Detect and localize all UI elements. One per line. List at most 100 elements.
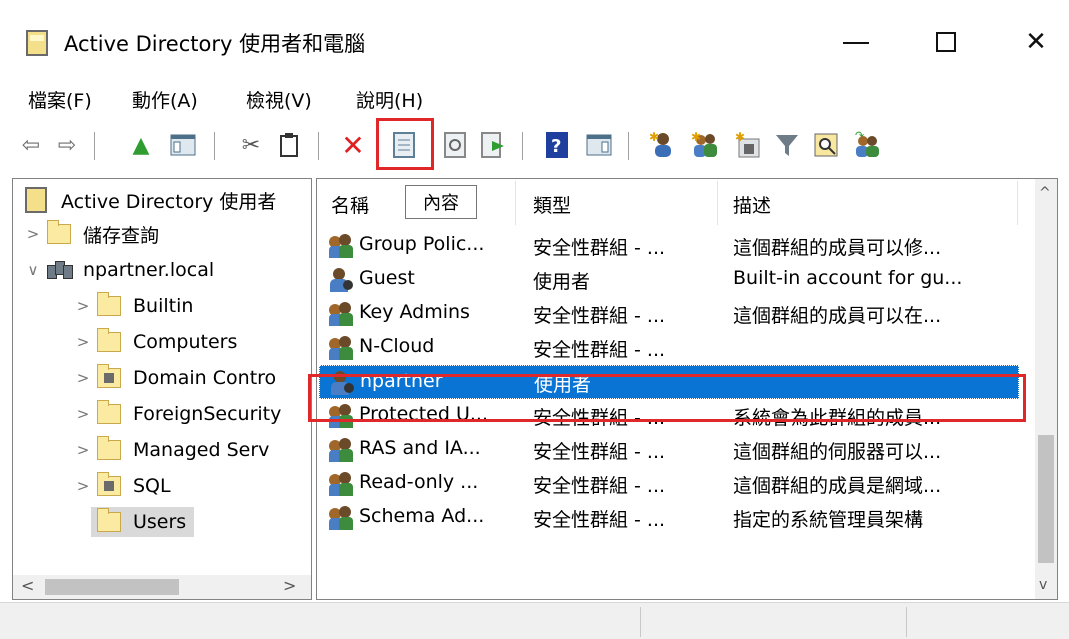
column-header-name[interactable]: 名稱 [331,179,369,229]
folder-icon [97,292,121,316]
chevron-right-icon[interactable]: > [75,327,91,357]
filter-icon[interactable] [772,130,802,160]
svg-text:↷: ↷ [855,131,864,142]
scrollbar-thumb[interactable] [1038,435,1054,563]
horizontal-scrollbar[interactable]: < > [13,575,311,599]
status-divider [906,607,907,637]
toolbar-separator [522,132,523,160]
scroll-down-icon[interactable]: v [1039,577,1047,593]
column-divider[interactable] [1017,181,1018,225]
minimize-button[interactable] [826,18,886,66]
chevron-right-icon[interactable]: > [25,219,41,249]
window-title: Active Directory 使用者和電腦 [64,32,366,56]
chevron-right-icon[interactable]: > [75,435,91,465]
minimize-icon [843,42,869,44]
cell-description: 指定的系統管理員架構 [733,509,924,531]
chevron-right-icon[interactable]: > [75,363,91,393]
tree-item-domain[interactable]: ∨ npartner.local [25,255,215,285]
help-icon[interactable]: ? [542,130,572,160]
tree-item-managed-service[interactable]: > Managed Serv [75,435,269,465]
tree-root[interactable]: Active Directory 使用者 [25,185,276,215]
list-row[interactable]: Guest 使用者 Built-in account for gu... [319,263,1019,297]
add-to-group-icon[interactable]: ↷ [852,130,882,160]
back-icon[interactable]: ⇦ [16,130,46,160]
cut-icon[interactable]: ✂ [236,130,266,160]
chevron-right-icon[interactable]: > [75,399,91,429]
close-button[interactable]: ✕ [1006,18,1066,66]
selected-row-highlight-box [308,374,1026,422]
cell-name: Group Polic... [359,233,485,255]
tree-item-saved-queries[interactable]: > 儲存查詢 [25,219,159,249]
tree-item-label: 儲存查詢 [83,224,160,247]
action-pane-icon[interactable] [584,130,614,160]
properties-tooltip: 內容 [405,185,477,219]
delete-icon[interactable]: ✕ [338,129,368,162]
tree-item-label: Users [133,511,187,533]
cell-type: 使用者 [533,271,591,293]
tree-item-label: SQL [133,475,171,497]
column-header-type[interactable]: 類型 [533,179,571,229]
list-row[interactable]: Key Admins 安全性群組 - ... 這個群組的成員可以在... [319,297,1019,331]
refresh-icon[interactable] [440,130,470,160]
tree-item-sql[interactable]: > SQL [75,471,171,501]
tree-item-label: npartner.local [83,259,215,281]
column-divider[interactable] [717,181,718,225]
forward-icon[interactable]: ⇨ [52,130,82,160]
export-list-icon[interactable] [478,130,508,160]
folder-icon [97,400,121,424]
scroll-right-icon[interactable]: > [283,576,296,595]
cell-name: Schema Ad... [359,505,485,527]
menu-bar: 檔案(F) 動作(A) 檢視(V) 說明(H) [0,78,1069,116]
folder-icon [47,220,71,244]
vertical-scrollbar[interactable]: ^ v [1035,179,1057,599]
cell-name: RAS and IA... [359,437,481,459]
toolbar: ⇦ ⇨ ▲ ✂ ✕ ? ✱ ✱ ✱ ↷ [0,118,1069,170]
scroll-up-icon[interactable]: ^ [1039,185,1051,201]
list-row[interactable]: Read-only ... 安全性群組 - ... 這個群組的成員是網域... [319,467,1019,501]
tree-item-builtin[interactable]: > Builtin [75,291,193,321]
menu-file[interactable]: 檔案(F) [28,86,92,113]
list-row[interactable]: RAS and IA... 安全性群組 - ... 這個群組的伺服器可以... [319,433,1019,467]
cell-name: N-Cloud [359,335,435,357]
scrollbar-thumb[interactable] [45,579,179,595]
toolbar-separator [318,132,319,160]
menu-help[interactable]: 說明(H) [356,86,423,113]
cell-description: 這個群組的成員可以在... [733,305,942,327]
column-divider[interactable] [515,181,516,225]
cell-description: Built-in account for gu... [733,267,963,289]
column-header-description[interactable]: 描述 [733,179,771,229]
ad-console-icon [25,187,47,213]
group-icon [329,302,355,326]
tree-item-foreign-security[interactable]: > ForeignSecurity [75,399,281,429]
scroll-left-icon[interactable]: < [21,576,34,595]
maximize-button[interactable] [916,18,976,66]
status-divider [640,607,641,637]
chevron-right-icon[interactable]: > [75,291,91,321]
group-icon [329,336,355,360]
show-tree-icon[interactable] [168,130,198,160]
tree-item-users[interactable]: Users [91,507,195,537]
new-user-icon[interactable]: ✱ [648,130,678,160]
list-row[interactable]: Schema Ad... 安全性群組 - ... 指定的系統管理員架構 [319,501,1019,535]
copy-icon[interactable] [274,130,304,160]
cell-description: 這個群組的成員是網域... [733,475,942,497]
svg-text:✱: ✱ [649,131,659,144]
toolbar-separator [94,132,95,160]
cell-type: 安全性群組 - ... [533,339,666,361]
menu-action[interactable]: 動作(A) [132,86,198,113]
new-ou-icon[interactable]: ✱ [734,130,764,160]
tree-item-label: Builtin [133,295,194,317]
tree-item-computers[interactable]: > Computers [75,327,237,357]
menu-view[interactable]: 檢視(V) [246,86,312,113]
new-group-icon[interactable]: ✱ [690,130,720,160]
tree-item-domain-controllers[interactable]: > Domain Contro [75,363,276,393]
list-row[interactable]: Group Polic... 安全性群組 - ... 這個群組的成員可以修... [319,229,1019,263]
status-bar [0,602,1069,639]
tree-root-label: Active Directory 使用者 [61,190,277,213]
list-row[interactable]: N-Cloud 安全性群組 - ... [319,331,1019,365]
tree-item-label: Domain Contro [133,367,277,389]
find-icon[interactable] [812,130,842,160]
up-folder-icon[interactable]: ▲ [126,130,156,160]
chevron-right-icon[interactable]: > [75,471,91,501]
chevron-down-icon[interactable]: ∨ [25,255,41,285]
